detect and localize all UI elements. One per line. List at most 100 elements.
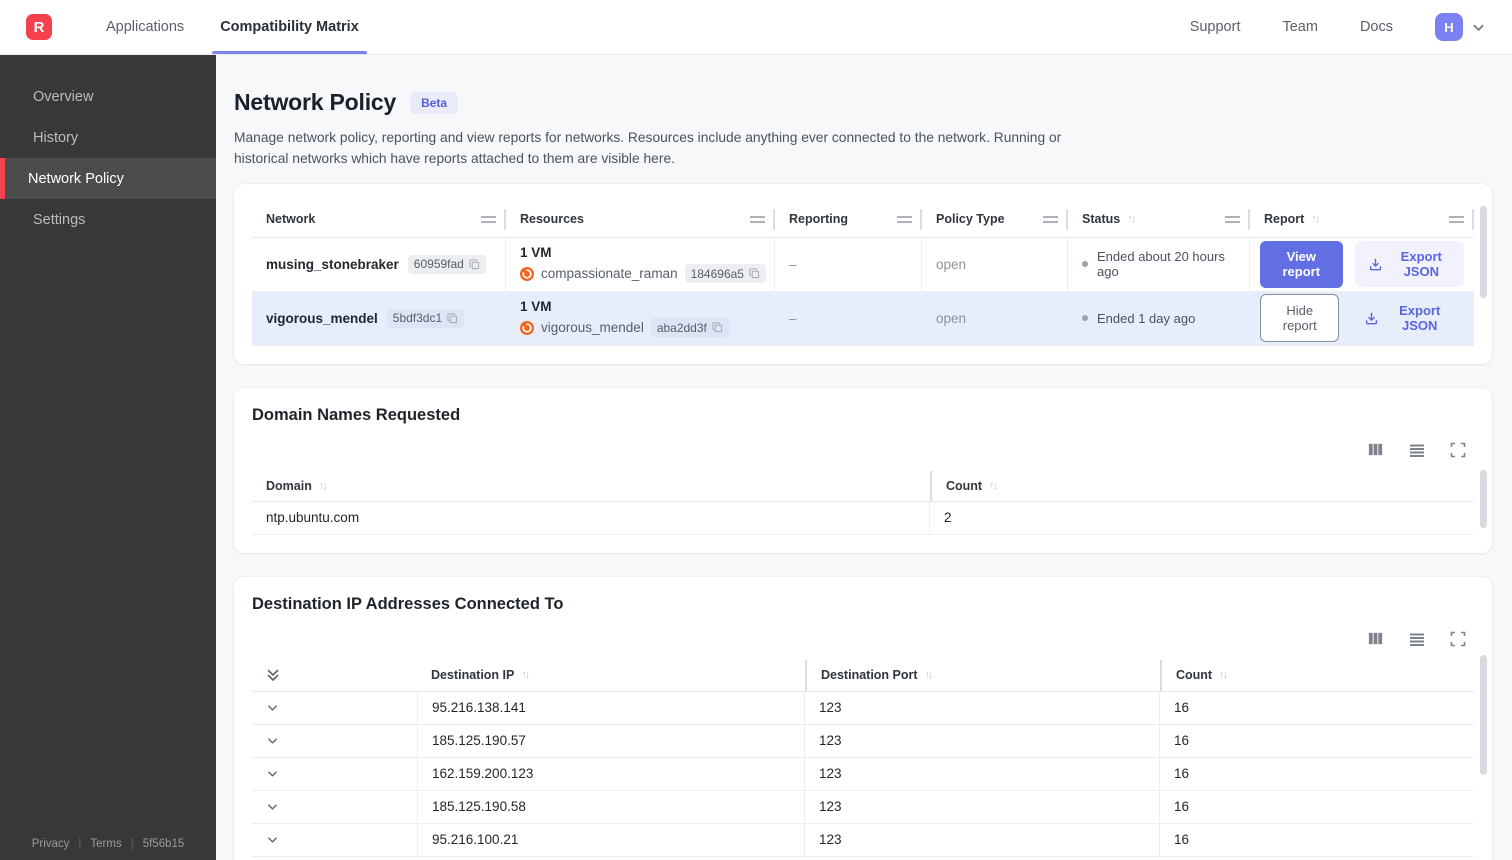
sort-icon[interactable]: ↑↓ (1219, 669, 1228, 681)
view-report-button[interactable]: View report (1260, 240, 1343, 288)
copy-icon[interactable] (469, 259, 480, 270)
chevron-down-icon[interactable] (266, 734, 279, 747)
resource-id-badge[interactable]: 184696a5 (684, 264, 766, 284)
destination-row[interactable]: 95.216.138.141 123 16 (252, 691, 1474, 725)
destination-ip-cell: 95.216.100.21 (417, 823, 805, 856)
resource-id: aba2dd3f (656, 320, 707, 335)
columns-icon[interactable] (1367, 630, 1384, 647)
copy-icon[interactable] (712, 322, 723, 333)
copy-icon[interactable] (749, 268, 760, 279)
destination-row[interactable]: 185.125.190.57 123 16 (252, 724, 1474, 758)
privacy-link[interactable]: Privacy (32, 838, 70, 850)
sort-icon[interactable]: ↑↓ (319, 480, 328, 492)
avatar[interactable]: H (1435, 13, 1463, 41)
footer-divider: | (130, 838, 134, 850)
vm-count: 1 VM (520, 299, 552, 315)
export-json-button[interactable]: Export JSON (1354, 241, 1464, 288)
drag-handle-icon[interactable] (897, 215, 912, 223)
reporting-cell: – (775, 291, 922, 345)
domain-table-header: Domain ↑↓ Count ↑↓ (252, 470, 1474, 502)
nav-tab-compatibility-matrix[interactable]: Compatibility Matrix (202, 0, 377, 54)
column-header-domain[interactable]: Domain ↑↓ (252, 471, 930, 501)
drag-handle-icon[interactable] (1043, 215, 1058, 223)
columns-icon[interactable] (1367, 441, 1384, 458)
network-name-cell: vigorous_mendel 5bdf3dc1 (252, 291, 506, 345)
expand-icon[interactable] (1450, 631, 1466, 647)
network-name: vigorous_mendel (266, 310, 378, 326)
nav-tab-applications[interactable]: Applications (88, 0, 202, 54)
network-id-badge[interactable]: 60959fad (407, 254, 486, 274)
column-header-policy-type[interactable]: Policy Type (922, 202, 1068, 237)
user-menu[interactable]: H (1435, 13, 1486, 41)
sidebar-item-overview[interactable]: Overview (0, 76, 216, 117)
column-header-count[interactable]: Count ↑↓ (1160, 659, 1474, 691)
row-expand-toggle[interactable] (252, 758, 417, 790)
column-header-report[interactable]: Report ↑↓ (1250, 202, 1474, 237)
chevron-down-icon[interactable] (266, 767, 279, 780)
rows-icon[interactable] (1408, 441, 1426, 459)
row-expand-toggle[interactable] (252, 692, 417, 724)
domain-row[interactable]: ntp.ubuntu.com 2 (252, 501, 1474, 535)
page-title: Network Policy (234, 89, 397, 115)
download-icon (1368, 257, 1383, 272)
row-expand-toggle[interactable] (252, 725, 417, 757)
drag-handle-icon[interactable] (1225, 215, 1240, 223)
sidebar-item-history[interactable]: History (0, 117, 216, 158)
chevron-down-icon[interactable] (266, 800, 279, 813)
table-scrollbar[interactable] (1480, 469, 1487, 528)
sort-icon[interactable]: ↑↓ (925, 669, 934, 681)
destination-card-title: Destination IP Addresses Connected To (252, 594, 564, 613)
table-scrollbar[interactable] (1480, 205, 1487, 298)
resource-id-badge[interactable]: aba2dd3f (650, 318, 729, 338)
export-json-button[interactable]: Export JSON (1351, 295, 1464, 341)
column-header-network[interactable]: Network (252, 202, 506, 237)
column-header-status[interactable]: Status ↑↓ (1068, 202, 1250, 237)
terms-link[interactable]: Terms (90, 838, 121, 850)
expand-icon[interactable] (1450, 442, 1466, 458)
nav-link-support[interactable]: Support (1190, 19, 1241, 35)
destination-row[interactable]: 162.159.200.123 123 16 (252, 757, 1474, 791)
destination-port-cell: 123 (805, 790, 1160, 823)
double-chevron-down-icon[interactable] (266, 667, 280, 683)
table-scrollbar[interactable] (1480, 654, 1487, 775)
top-navbar: R Applications Compatibility Matrix Supp… (0, 0, 1512, 55)
row-expand-toggle[interactable] (252, 824, 417, 856)
destination-port-cell: 123 (805, 724, 1160, 757)
sort-icon[interactable]: ↑↓ (521, 669, 530, 681)
destination-row[interactable]: 185.125.190.58 123 16 (252, 790, 1474, 824)
drag-handle-icon[interactable] (750, 215, 765, 223)
sort-icon[interactable]: ↑↓ (1127, 213, 1136, 225)
network-id-badge[interactable]: 5bdf3dc1 (386, 308, 465, 328)
resource-name: vigorous_mendel (541, 320, 644, 336)
network-row-vigorous-mendel[interactable]: vigorous_mendel 5bdf3dc1 1 VM vigorous_m… (252, 291, 1474, 346)
column-header-destination-port[interactable]: Destination Port ↑↓ (805, 659, 1160, 691)
sidebar-item-settings[interactable]: Settings (0, 199, 216, 240)
sort-icon[interactable]: ↑↓ (1311, 213, 1320, 225)
app-logo[interactable]: R (26, 14, 52, 40)
row-expand-toggle[interactable] (252, 791, 417, 823)
network-table-card: Network Resources Reporting Policy Type (234, 183, 1492, 364)
chevron-down-icon[interactable] (266, 701, 279, 714)
expand-all-header[interactable] (252, 660, 417, 691)
sidebar-item-network-policy[interactable]: Network Policy (0, 158, 216, 199)
destination-port-cell: 123 (805, 823, 1160, 856)
drag-handle-icon[interactable] (481, 215, 496, 223)
copy-icon[interactable] (447, 313, 458, 324)
rows-icon[interactable] (1408, 630, 1426, 648)
hide-report-button[interactable]: Hide report (1260, 294, 1340, 343)
column-header-reporting[interactable]: Reporting (775, 202, 922, 237)
sort-icon[interactable]: ↑↓ (989, 480, 998, 492)
footer-divider: | (78, 838, 82, 850)
resources-cell: 1 VM compassionate_raman 184696a5 (506, 237, 775, 291)
chevron-down-icon (1471, 20, 1486, 35)
column-header-destination-ip[interactable]: Destination IP ↑↓ (417, 660, 805, 691)
column-header-count[interactable]: Count ↑↓ (930, 470, 1474, 501)
network-row-musing-stonebraker[interactable]: musing_stonebraker 60959fad 1 VM compass… (252, 237, 1474, 292)
column-header-resources[interactable]: Resources (506, 202, 775, 237)
nav-link-docs[interactable]: Docs (1360, 19, 1393, 35)
chevron-down-icon[interactable] (266, 833, 279, 846)
nav-link-team[interactable]: Team (1282, 19, 1317, 35)
destination-row[interactable]: 95.216.100.21 123 16 (252, 823, 1474, 857)
drag-handle-icon[interactable] (1449, 215, 1464, 223)
resources-cell: 1 VM vigorous_mendel aba2dd3f (506, 291, 775, 345)
